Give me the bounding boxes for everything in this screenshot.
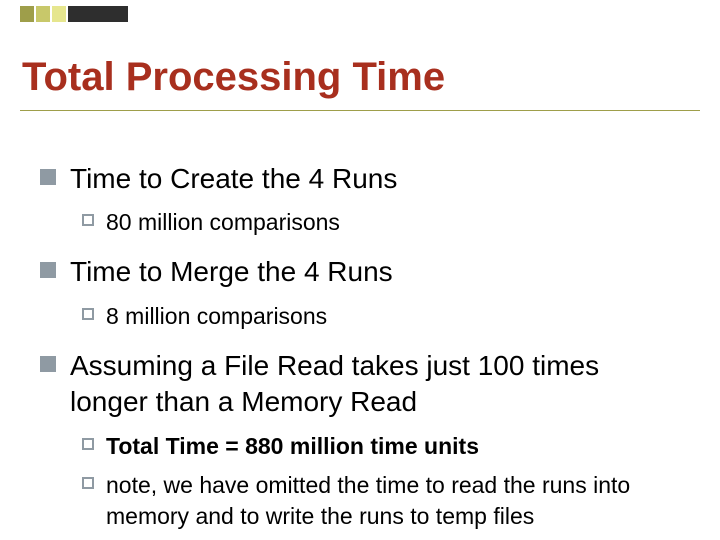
decorative-top-bar bbox=[0, 0, 720, 30]
bullet-level2-group: 8 million comparisons bbox=[82, 301, 680, 332]
bullet-text: Total Time = 880 million time units bbox=[106, 431, 479, 462]
bullet-level1-item: Time to Merge the 4 Runs 8 million compa… bbox=[40, 254, 680, 331]
hollow-square-bullet-icon bbox=[82, 477, 94, 489]
hollow-square-bullet-icon bbox=[82, 308, 94, 320]
bullet-level2-group: 80 million comparisons bbox=[82, 207, 680, 238]
deco-square-1 bbox=[20, 6, 34, 22]
deco-bar-4 bbox=[68, 6, 128, 22]
deco-square-3 bbox=[52, 6, 66, 22]
bullet-level2-item: 8 million comparisons bbox=[82, 301, 680, 332]
bullet-level2-item: 80 million comparisons bbox=[82, 207, 680, 238]
square-bullet-icon bbox=[40, 262, 56, 278]
bullet-text: Assuming a File Read takes just 100 time… bbox=[70, 348, 680, 421]
slide-title: Total Processing Time bbox=[22, 55, 445, 100]
bullet-text: Time to Merge the 4 Runs bbox=[70, 254, 393, 290]
bullet-text: 80 million comparisons bbox=[106, 207, 340, 238]
hollow-square-bullet-icon bbox=[82, 214, 94, 226]
bullet-text: note, we have omitted the time to read t… bbox=[106, 470, 680, 532]
bullet-level1-item: Assuming a File Read takes just 100 time… bbox=[40, 348, 680, 532]
square-bullet-icon bbox=[40, 356, 56, 372]
bullet-level1-item: Time to Create the 4 Runs 80 million com… bbox=[40, 161, 680, 238]
bullet-level2-item: Total Time = 880 million time units bbox=[82, 431, 680, 462]
slide-body: Time to Create the 4 Runs 80 million com… bbox=[40, 145, 680, 536]
square-bullet-icon bbox=[40, 169, 56, 185]
hollow-square-bullet-icon bbox=[82, 438, 94, 450]
title-underline bbox=[20, 110, 700, 111]
bullet-text: Time to Create the 4 Runs bbox=[70, 161, 397, 197]
bullet-level2-group: Total Time = 880 million time units note… bbox=[82, 431, 680, 532]
bullet-text: 8 million comparisons bbox=[106, 301, 327, 332]
bullet-level2-item: note, we have omitted the time to read t… bbox=[82, 470, 680, 532]
deco-square-2 bbox=[36, 6, 50, 22]
